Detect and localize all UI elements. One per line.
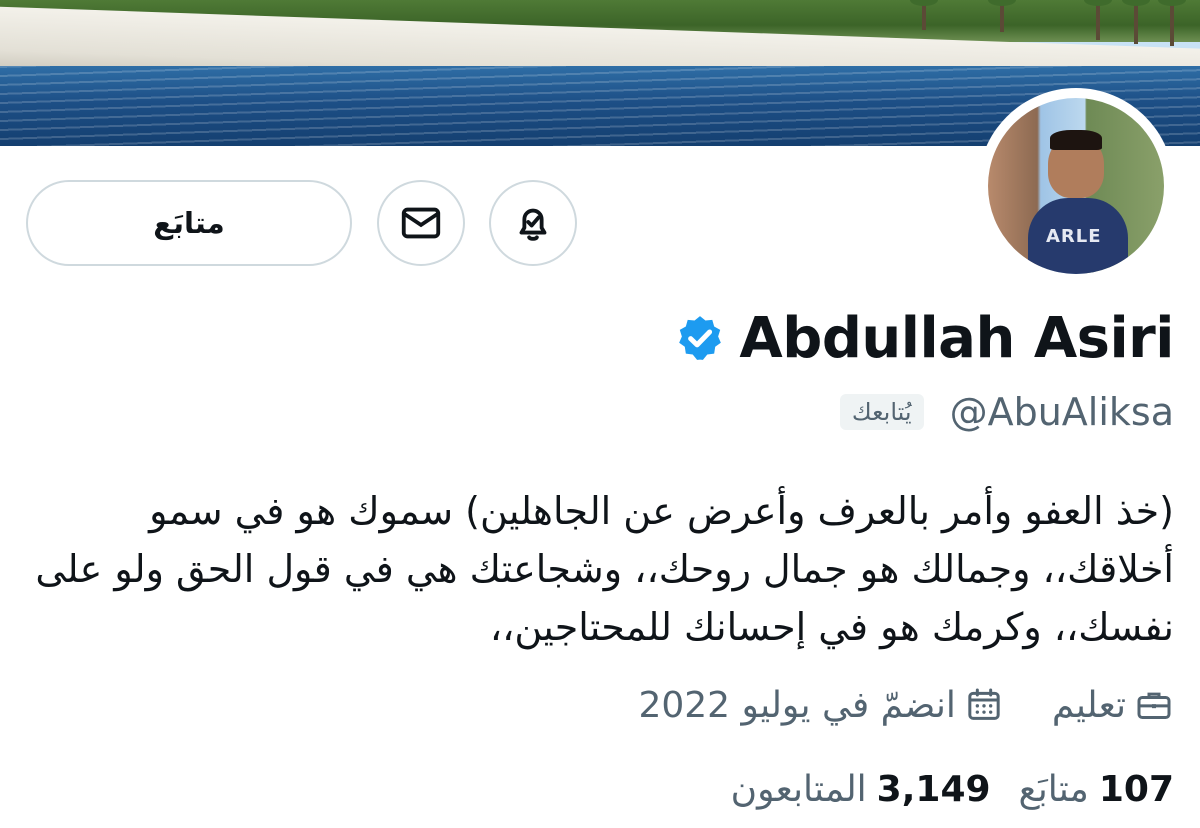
envelope-icon: [401, 207, 441, 239]
banner-palm-tree: [1122, 0, 1150, 44]
banner-palm-tree: [988, 0, 1016, 32]
message-button[interactable]: [377, 180, 465, 266]
bell-check-icon: [519, 208, 547, 241]
calendar-icon: [968, 688, 1000, 720]
profile-bio: (خذ العفو وأمر بالعرف وأعرض عن الجاهلين)…: [35, 489, 1174, 649]
following-label: متابَع: [1018, 768, 1089, 810]
profile-joined-label: انضمّ في يوليو 2022: [638, 684, 956, 726]
banner-palm-tree: [1084, 0, 1112, 40]
followers-label: المتابعون: [730, 768, 867, 810]
profile-meta: تعليم انضمّ في يوليو 2022: [638, 678, 1174, 732]
profile-joined-date: انضمّ في يوليو 2022: [638, 685, 1003, 726]
follows-you-badge: يُتابعك: [839, 394, 924, 430]
profile-counts: 107 متابَع 3,149 المتابعون: [731, 762, 1174, 816]
following-count: 107: [1098, 768, 1174, 810]
avatar-photo: [988, 98, 1164, 274]
following-count-link[interactable]: 107 متابَع: [1019, 769, 1174, 810]
avatar-hair: [1050, 130, 1102, 150]
followers-count-link[interactable]: 3,149 المتابعون: [731, 769, 991, 810]
notifications-button[interactable]: [489, 180, 577, 266]
avatar-shirt: [1028, 198, 1128, 274]
banner-palm-tree: [910, 0, 938, 30]
display-name: Abdullah Asiri: [739, 305, 1174, 371]
handle-row: يُتابعك @AbuAliksa: [839, 388, 1174, 436]
verified-badge-icon[interactable]: [675, 313, 725, 363]
briefcase-icon: [1137, 692, 1171, 719]
profile-avatar[interactable]: [978, 88, 1174, 284]
profile-handle: @AbuAliksa: [949, 390, 1174, 434]
banner-palm-tree: [1158, 0, 1186, 46]
profile-category-label: تعليم: [1051, 684, 1126, 726]
profile-category: تعليم: [1052, 685, 1174, 726]
following-button-label: متابَع: [153, 206, 225, 240]
profile-name-row: Abdullah Asiri: [675, 300, 1174, 376]
followers-count: 3,149: [876, 768, 991, 810]
following-button[interactable]: متابَع: [26, 180, 352, 266]
